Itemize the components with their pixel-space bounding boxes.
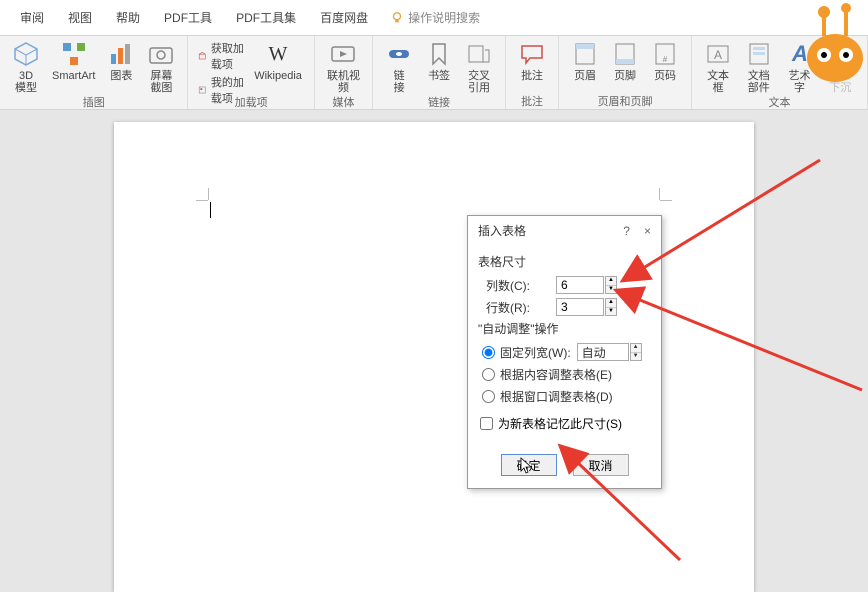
group-label-links: 链接 (428, 94, 450, 110)
store-icon (198, 49, 206, 63)
group-label-text: 文本 (769, 94, 791, 110)
spin-down-icon[interactable]: ▼ (631, 353, 641, 361)
search-placeholder: 操作说明搜索 (408, 9, 480, 26)
autofit-window-radio[interactable] (482, 390, 495, 403)
link-button[interactable]: 链 接 (379, 38, 419, 96)
tab-review[interactable]: 审阅 (8, 0, 56, 36)
ribbon-tab-bar: 审阅 视图 帮助 PDF工具 PDF工具集 百度网盘 操作说明搜索 (0, 0, 868, 36)
pagenum-icon: # (651, 40, 679, 68)
remember-size-label: 为新表格记忆此尺寸(S) (498, 415, 622, 432)
textbox-button[interactable]: A 文本框 (698, 38, 738, 96)
cube-icon (12, 40, 40, 68)
svg-text:#: # (663, 55, 668, 64)
autofit-section-label: "自动调整"操作 (478, 320, 651, 337)
dialog-close-button[interactable]: × (644, 224, 651, 238)
autofit-window-label: 根据窗口调整表格(D) (500, 388, 613, 405)
wikipedia-button[interactable]: W Wikipedia (248, 38, 308, 84)
quickparts-button[interactable]: 文档部件 (738, 38, 779, 96)
smartart-icon (60, 40, 88, 68)
chart-button[interactable]: 图表 (101, 38, 141, 84)
size-section-label: 表格尺寸 (478, 253, 651, 270)
crossref-icon (465, 40, 493, 68)
lightbulb-icon (390, 11, 404, 25)
rows-input[interactable] (556, 298, 604, 316)
ok-button[interactable]: 确定 (501, 454, 557, 476)
fixed-width-radio[interactable] (482, 346, 495, 359)
get-addins-button[interactable]: 获取加载项 (198, 40, 244, 72)
columns-label: 列数(C): (486, 277, 556, 294)
columns-input[interactable] (556, 276, 604, 294)
comment-icon (518, 40, 546, 68)
spin-down-icon[interactable]: ▼ (606, 286, 616, 294)
smartart-button[interactable]: SmartArt (46, 38, 101, 84)
dialog-title: 插入表格 (478, 222, 526, 239)
dialog-help-button[interactable]: ? (623, 224, 630, 238)
spin-up-icon[interactable]: ▲ (606, 299, 616, 308)
mouse-cursor-icon (520, 457, 534, 475)
group-label-media: 媒体 (332, 94, 354, 110)
ribbon-toolbar: 3D 模型 SmartArt 图表 屏幕截图 插图 获取加载项 (0, 36, 868, 110)
camera-icon (147, 40, 175, 68)
group-label-headerfooter: 页眉和页脚 (598, 93, 653, 109)
link-icon (385, 40, 413, 68)
crossref-button[interactable]: 交叉引用 (459, 38, 499, 96)
svg-text:A: A (714, 48, 722, 62)
remember-size-checkbox[interactable] (480, 417, 493, 430)
group-comments: 批注 批注 (506, 36, 559, 109)
autofit-content-label: 根据内容调整表格(E) (500, 366, 612, 383)
mascot-icon (802, 0, 868, 88)
online-video-button[interactable]: 联机视频 (321, 38, 366, 96)
spin-up-icon[interactable]: ▲ (606, 277, 616, 286)
group-links: 链 接 书签 交叉引用 链接 (373, 36, 506, 109)
addins-icon (198, 83, 206, 97)
group-label-comments: 批注 (521, 93, 543, 109)
fixed-width-spinner[interactable]: ▲▼ (630, 343, 642, 361)
quickparts-icon (745, 40, 773, 68)
group-illustration: 3D 模型 SmartArt 图表 屏幕截图 插图 (0, 36, 188, 109)
spin-up-icon[interactable]: ▲ (631, 344, 641, 353)
tell-me-search[interactable]: 操作说明搜索 (390, 9, 480, 26)
rows-label: 行数(R): (486, 299, 556, 316)
cancel-button[interactable]: 取消 (573, 454, 629, 476)
tab-pdf-toolset[interactable]: PDF工具集 (224, 0, 308, 36)
footer-icon (611, 40, 639, 68)
tab-help[interactable]: 帮助 (104, 0, 152, 36)
columns-spinner[interactable]: ▲▼ (605, 276, 617, 294)
bookmark-icon (425, 40, 453, 68)
spin-down-icon[interactable]: ▼ (606, 308, 616, 316)
bookmark-button[interactable]: 书签 (419, 38, 459, 84)
group-label-illustration: 插图 (83, 94, 105, 110)
textbox-icon: A (704, 40, 732, 68)
text-cursor (210, 202, 211, 218)
group-media: 联机视频 媒体 (315, 36, 373, 109)
tab-baidu-netdisk[interactable]: 百度网盘 (308, 0, 380, 36)
svg-text:W: W (269, 43, 288, 65)
dialog-titlebar[interactable]: 插入表格 ? × (468, 216, 661, 245)
document-area (0, 110, 868, 584)
screenshot-button[interactable]: 屏幕截图 (141, 38, 181, 96)
header-icon (571, 40, 599, 68)
insert-table-dialog: 插入表格 ? × 表格尺寸 列数(C): ▲▼ 行数(R): ▲▼ "自动调整"… (467, 215, 662, 489)
tab-pdf-tools[interactable]: PDF工具 (152, 0, 224, 36)
fixed-width-label: 固定列宽(W): (500, 344, 571, 361)
autofit-content-radio[interactable] (482, 368, 495, 381)
footer-button[interactable]: 页脚 (605, 38, 645, 84)
wikipedia-icon: W (264, 40, 292, 68)
header-button[interactable]: 页眉 (565, 38, 605, 84)
3d-model-button[interactable]: 3D 模型 (6, 38, 46, 96)
fixed-width-select[interactable]: 自动 (577, 343, 629, 361)
group-label-addins: 加载项 (235, 94, 268, 110)
margin-mark-top-right (644, 200, 660, 216)
chart-icon (107, 40, 135, 68)
tab-view[interactable]: 视图 (56, 0, 104, 36)
group-addins: 获取加载项 我的加载项 W Wikipedia 加载项 (188, 36, 314, 109)
pagenum-button[interactable]: # 页码 (645, 38, 685, 84)
video-icon (329, 40, 357, 68)
group-headerfooter: 页眉 页脚 # 页码 页眉和页脚 (559, 36, 692, 109)
comment-button[interactable]: 批注 (512, 38, 552, 84)
rows-spinner[interactable]: ▲▼ (605, 298, 617, 316)
